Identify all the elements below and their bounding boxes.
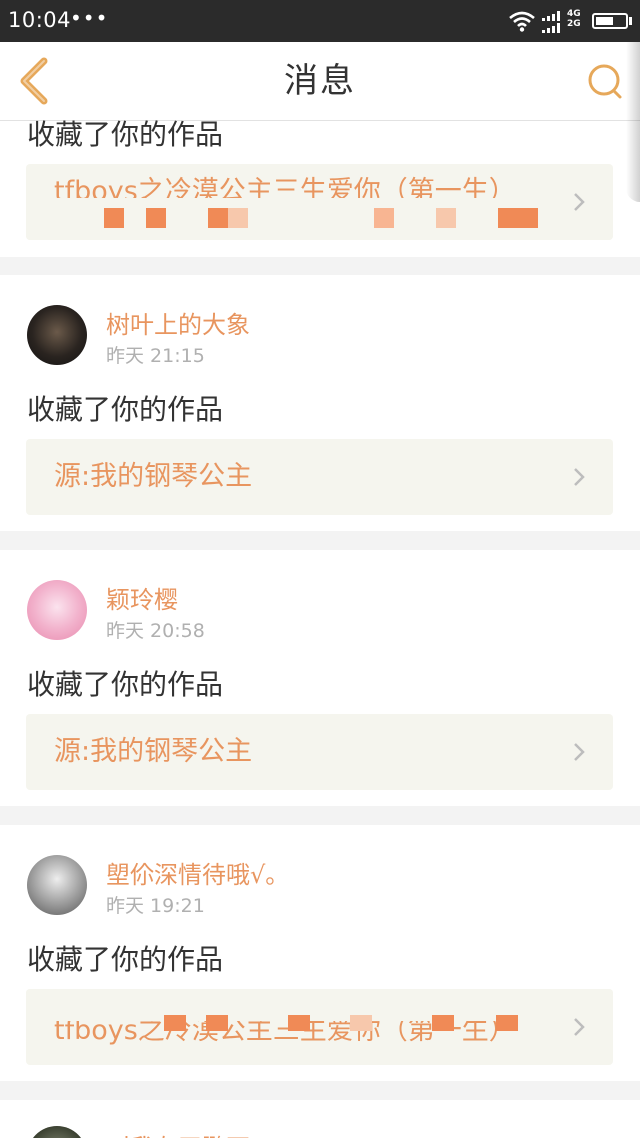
mosaic-block — [436, 208, 456, 228]
message-action: 收藏了你的作品 — [27, 943, 224, 976]
work-link[interactable]: 源:我的钢琴公主 — [26, 439, 613, 515]
message-card: 收藏了你的作品 tfboys之冷漠公主三生爱你（第一生） — [0, 118, 640, 257]
avatar[interactable] — [27, 1126, 87, 1138]
work-title: 源:我的钢琴公主 — [54, 736, 253, 767]
message-time: 昨天 21:15 — [106, 345, 205, 367]
wifi-icon — [509, 11, 535, 32]
work-link[interactable]: 源:我的钢琴公主 — [26, 714, 613, 790]
chevron-left-icon[interactable] — [14, 56, 54, 106]
chevron-right-icon — [574, 743, 585, 761]
mosaic-block — [228, 208, 248, 228]
user-name[interactable]: 颖玲樱 — [106, 580, 178, 615]
message-time: 昨天 20:58 — [106, 620, 205, 642]
mosaic-block — [146, 208, 166, 228]
battery-level — [596, 17, 613, 25]
network-type: 4G 2G — [567, 9, 581, 29]
work-link[interactable]: tfboys之冷漠公主三生爱你（第一生） — [26, 989, 613, 1065]
nav-bar: 消息 — [0, 42, 640, 121]
message-card: 颖玲樱 昨天 20:58 收藏了你的作品 源:我的钢琴公主 — [0, 550, 640, 806]
mosaic-cover — [26, 989, 613, 1021]
message-action: 收藏了你的作品 — [27, 118, 224, 151]
edge-shadow — [626, 42, 640, 202]
message-card: 树叶上的大象 昨天 21:15 收藏了你的作品 源:我的钢琴公主 — [0, 275, 640, 531]
notification-dots: ••• — [70, 6, 109, 30]
mosaic-block — [104, 208, 124, 228]
message-card: 叫我左天鹏丐 — [0, 1100, 640, 1138]
mosaic-block — [206, 1015, 228, 1031]
message-action: 收藏了你的作品 — [27, 668, 224, 701]
user-name[interactable]: 叫我左天鹏丐 — [106, 1128, 250, 1138]
avatar[interactable] — [27, 580, 87, 640]
chevron-right-icon — [574, 193, 585, 211]
user-name[interactable]: 树叶上的大象 — [106, 305, 250, 340]
mosaic-block — [164, 1015, 186, 1031]
mosaic-block — [208, 208, 228, 228]
message-card: 塱伱深情待哦√。 昨天 19:21 收藏了你的作品 tfboys之冷漠公主三生爱… — [0, 825, 640, 1081]
signal-icon — [542, 11, 560, 33]
status-time: 10:04 — [8, 8, 72, 32]
work-title: 源:我的钢琴公主 — [54, 461, 253, 492]
mosaic-block — [374, 208, 394, 228]
chevron-right-icon — [574, 468, 585, 486]
page-title: 消息 — [284, 61, 356, 101]
mosaic-block — [288, 1015, 310, 1031]
message-action: 收藏了你的作品 — [27, 393, 224, 426]
mosaic-block — [496, 1015, 518, 1031]
work-link[interactable]: tfboys之冷漠公主三生爱你（第一生） — [26, 164, 613, 240]
battery-icon — [592, 13, 628, 29]
battery-tip — [629, 17, 632, 25]
avatar[interactable] — [27, 305, 87, 365]
message-time: 昨天 19:21 — [106, 895, 205, 917]
chevron-right-icon — [574, 1018, 585, 1036]
mosaic-block — [350, 1015, 372, 1031]
mosaic-block — [498, 208, 538, 228]
status-bar: 10:04 ••• 4G 2G — [0, 0, 640, 42]
avatar[interactable] — [27, 855, 87, 915]
mosaic-block — [432, 1015, 454, 1031]
user-name[interactable]: 塱伱深情待哦√。 — [106, 855, 289, 890]
search-icon[interactable] — [584, 60, 626, 102]
